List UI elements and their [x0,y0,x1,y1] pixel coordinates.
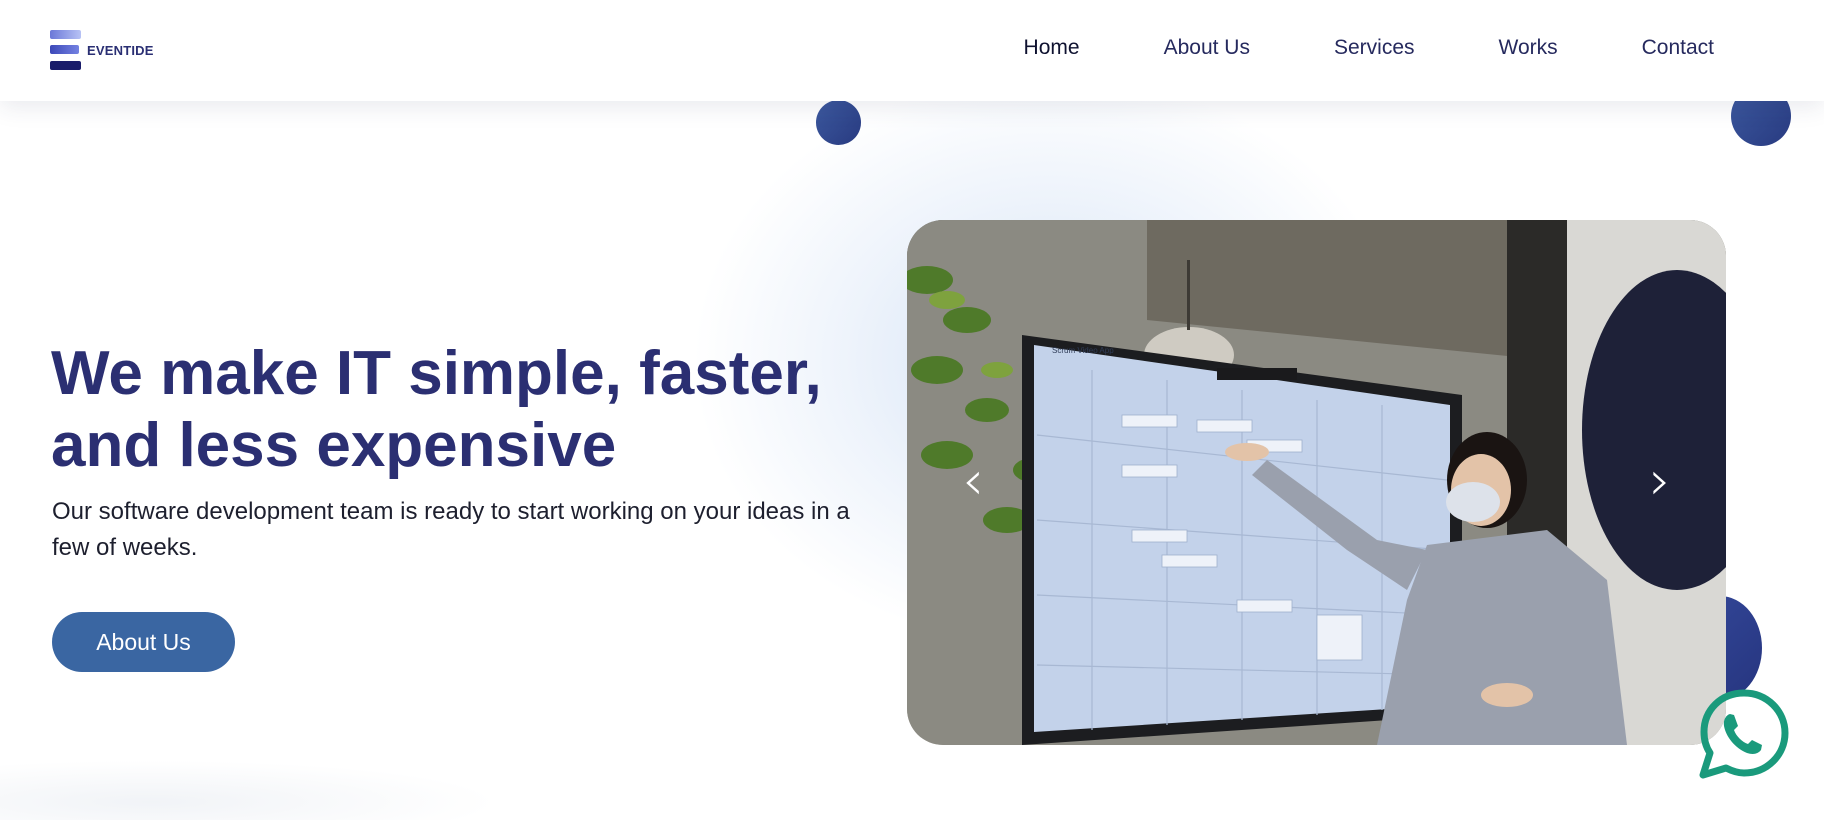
site-header: EVENTIDE Home About Us Services Works Co… [0,0,1824,101]
chevron-left-icon[interactable]: ‹ [955,452,991,510]
about-us-button[interactable]: About Us [52,612,235,672]
brand-logo[interactable]: EVENTIDE [50,27,160,73]
hero-subtitle: Our software development team is ready t… [52,498,850,561]
nav-about-us[interactable]: About Us [1164,34,1250,62]
chevron-right-icon[interactable]: › [1642,452,1678,510]
tv-board-title: Scrum Video App [1052,346,1114,355]
nav-works[interactable]: Works [1499,34,1558,62]
hero-carousel: Scrum Video App ‹ › [907,220,1726,745]
nav-home[interactable]: Home [1024,34,1080,62]
main-nav: Home About Us Services Works Contact [940,34,1714,62]
logo-icon [50,28,83,72]
hero-title-line-2: and less expensive [51,411,617,480]
decorative-dot [816,100,861,145]
carousel-image: Scrum Video App [907,220,1726,745]
brand-name: EVENTIDE [87,42,154,58]
hero-title-line-1: We make IT simple, faster, [51,339,822,408]
hero-title: We make IT simple, faster, and less expe… [51,338,871,482]
nav-services[interactable]: Services [1334,34,1415,62]
whatsapp-icon[interactable] [1697,687,1792,782]
nav-contact[interactable]: Contact [1642,34,1714,62]
background-fade [0,760,500,820]
